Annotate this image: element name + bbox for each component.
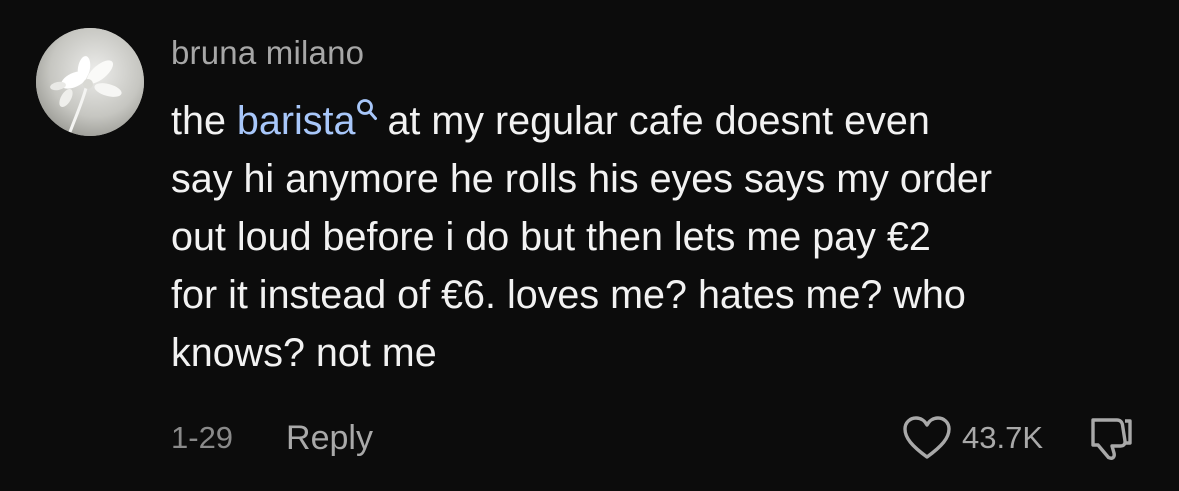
comment-line: for it instead of €6. loves me? hates me… <box>171 273 966 317</box>
heart-outline-icon <box>902 415 952 461</box>
reply-button[interactable]: Reply <box>286 419 373 458</box>
comment-line: the barista at my regular cafe doesnt eve… <box>171 92 1161 150</box>
comment-line: out loud before i do but then lets me pa… <box>171 215 931 259</box>
flower-avatar-image <box>36 28 144 136</box>
like-count: 43.7K <box>961 420 1043 455</box>
comment-line: say hi anymore he rolls his eyes says my… <box>171 157 993 201</box>
comment-actions: 43.7K <box>902 414 1135 462</box>
thumbs-down-icon[interactable] <box>1087 415 1135 461</box>
keyword-link[interactable]: barista <box>237 99 356 143</box>
comment-date: 1-29 <box>171 420 234 455</box>
comment-text: at my regular cafe doesnt even <box>387 99 930 143</box>
comment-author[interactable]: bruna milano <box>171 34 364 72</box>
comment-item: bruna milano the barista at my regular ca… <box>0 0 1179 491</box>
like-button[interactable]: 43.7K <box>902 415 1043 461</box>
avatar[interactable] <box>36 28 144 136</box>
comment-meta: 1-29 Reply <box>171 416 373 460</box>
search-icon[interactable] <box>356 98 378 122</box>
comment-text: the <box>171 99 237 143</box>
comment-body: the barista at my regular cafe doesnt eve… <box>171 92 1161 382</box>
comment-line: knows? not me <box>171 331 437 375</box>
